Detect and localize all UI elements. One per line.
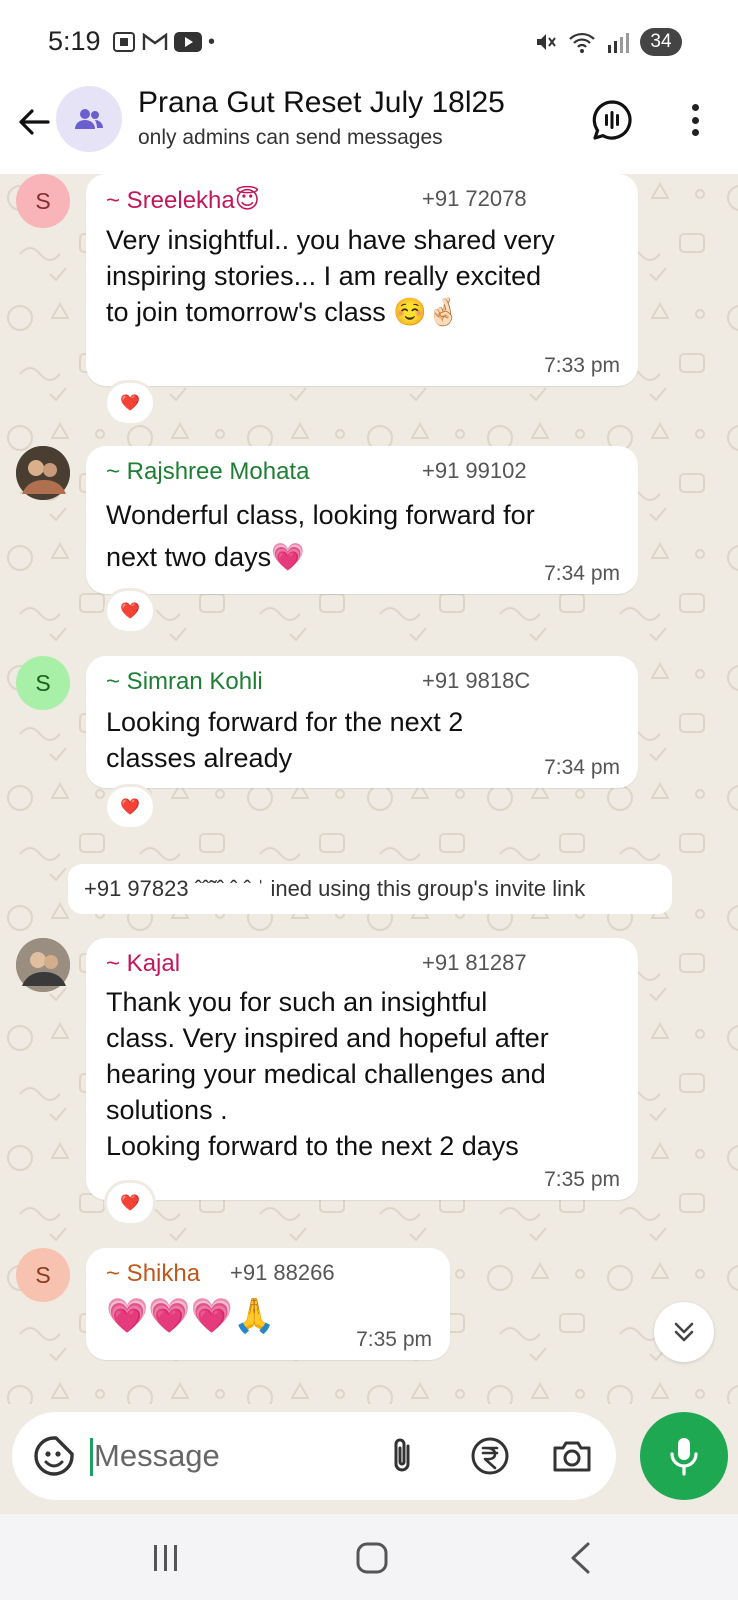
attach-icon[interactable] bbox=[380, 1434, 424, 1478]
group-avatar[interactable] bbox=[56, 86, 122, 152]
double-chevron-down-icon bbox=[674, 1322, 694, 1342]
message-time: 7:34 pm bbox=[544, 562, 620, 585]
group-subtitle: only admins can send messages bbox=[138, 126, 443, 149]
sticker-emoji-icon[interactable] bbox=[30, 1432, 78, 1480]
avatar-letter: S bbox=[35, 1261, 51, 1288]
mute-icon bbox=[537, 34, 556, 50]
camera-icon[interactable] bbox=[550, 1434, 594, 1478]
sender-name[interactable]: ~ Kajal bbox=[106, 950, 180, 978]
profile-photo bbox=[16, 446, 70, 500]
message-bubble[interactable]: ~ Simran Kohli +91 9818C Looking forward… bbox=[86, 656, 638, 788]
screenshot-icon bbox=[113, 32, 135, 52]
chat-header: Prana Gut Reset July 18l25 only admins c… bbox=[0, 86, 738, 174]
sender-avatar[interactable]: S bbox=[16, 656, 70, 710]
text-cursor bbox=[90, 1438, 93, 1476]
chat-area[interactable]: S ~ Sreelekha😇 +91 72078 Very insightful… bbox=[0, 174, 738, 1404]
gmail-icon bbox=[142, 32, 168, 50]
sender-phone: +91 9818C bbox=[422, 668, 531, 693]
more-options-icon[interactable] bbox=[680, 98, 710, 142]
message-time: 7:34 pm bbox=[544, 756, 620, 779]
heart-reaction[interactable]: ❤️ bbox=[104, 1180, 156, 1226]
voice-message-button[interactable] bbox=[640, 1412, 728, 1500]
message-bubble[interactable]: ~ Kajal +91 81287 Thank you for such an … bbox=[86, 938, 638, 1200]
message-text: Thank you for such an insightful class. … bbox=[106, 987, 549, 1161]
sender-phone: +91 72078 bbox=[422, 186, 527, 211]
voice-chat-icon[interactable] bbox=[590, 98, 634, 142]
message-text: Wonderful class, looking forward for nex… bbox=[106, 500, 535, 572]
message-time: 7:33 pm bbox=[544, 354, 620, 377]
sender-name[interactable]: ~ Sreelekha😇 bbox=[106, 186, 260, 215]
heart-reaction[interactable]: ❤️ bbox=[104, 784, 156, 830]
avatar-letter: S bbox=[35, 187, 51, 214]
sender-name[interactable]: ~ Rajshree Mohata bbox=[106, 458, 309, 486]
sender-phone: +91 88266 bbox=[230, 1260, 335, 1285]
signal-icon bbox=[608, 33, 629, 53]
group-title[interactable]: Prana Gut Reset July 18l25 bbox=[138, 86, 505, 120]
wifi-icon bbox=[569, 32, 595, 53]
message-bubble[interactable]: ~ Sreelekha😇 +91 72078 Very insightful..… bbox=[86, 174, 638, 386]
sender-avatar[interactable]: S bbox=[16, 1248, 70, 1302]
message-bubble[interactable]: ~ Rajshree Mohata +91 99102 Wonderful cl… bbox=[86, 446, 638, 594]
status-time: 5:19 bbox=[48, 26, 101, 56]
sender-name[interactable]: ~ Simran Kohli bbox=[106, 668, 263, 696]
status-bar: 5:19 • 34 bbox=[0, 0, 738, 86]
notification-icons: • bbox=[112, 30, 215, 54]
back-nav-icon[interactable] bbox=[558, 1536, 602, 1580]
sender-avatar-photo[interactable] bbox=[16, 938, 70, 992]
message-time: 7:35 pm bbox=[544, 1168, 620, 1191]
sender-phone: +91 81287 bbox=[422, 950, 527, 975]
recent-apps-icon[interactable] bbox=[144, 1536, 188, 1580]
microphone-icon bbox=[670, 1438, 698, 1476]
sender-phone: +91 99102 bbox=[422, 458, 527, 483]
back-arrow-icon[interactable] bbox=[14, 102, 54, 142]
message-input-box[interactable] bbox=[12, 1412, 616, 1500]
payment-rupee-icon[interactable] bbox=[468, 1434, 512, 1478]
message-text: Looking forward for the next 2 classes a… bbox=[106, 707, 464, 773]
sender-name[interactable]: ~ Shikha bbox=[106, 1260, 200, 1288]
heart-reaction[interactable]: ❤️ bbox=[104, 380, 156, 426]
message-time: 7:35 pm bbox=[356, 1328, 432, 1351]
system-indicators: 34 bbox=[534, 28, 682, 56]
group-icon bbox=[75, 109, 103, 129]
sender-avatar[interactable]: S bbox=[16, 174, 70, 228]
message-input[interactable] bbox=[94, 1430, 364, 1482]
system-join-notice: +91 97823 ˆˆ˜ˆ ˆ ˆ ˈ ined using this gro… bbox=[68, 864, 672, 914]
dot-icon: • bbox=[208, 31, 216, 53]
sender-avatar-photo[interactable] bbox=[16, 446, 70, 500]
message-bubble[interactable]: ~ Shikha +91 88266 💗💗💗🙏 7:35 pm bbox=[86, 1248, 450, 1360]
home-icon[interactable] bbox=[350, 1536, 394, 1580]
message-text: Very insightful.. you have shared very i… bbox=[106, 225, 555, 327]
heart-reaction[interactable]: ❤️ bbox=[104, 588, 156, 634]
avatar-letter: S bbox=[35, 669, 51, 696]
profile-photo bbox=[16, 938, 70, 992]
composer-bar bbox=[0, 1404, 738, 1514]
battery-indicator: 34 bbox=[640, 28, 682, 56]
youtube-icon bbox=[174, 32, 202, 52]
scroll-to-bottom-button[interactable] bbox=[654, 1302, 714, 1362]
system-navigation-bar bbox=[0, 1514, 738, 1600]
